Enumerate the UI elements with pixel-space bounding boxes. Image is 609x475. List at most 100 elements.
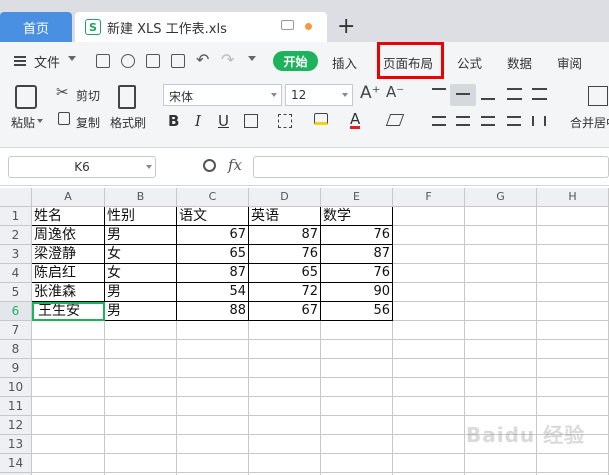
row-header[interactable]: 4 — [0, 264, 32, 283]
table-cell[interactable] — [105, 359, 177, 378]
column-header[interactable]: A — [32, 188, 105, 207]
merge-center-button[interactable]: 合并居中 — [570, 114, 609, 131]
table-cell[interactable] — [32, 454, 105, 473]
select-all-corner[interactable] — [0, 188, 32, 207]
table-cell[interactable] — [465, 359, 537, 378]
export-icon[interactable] — [121, 54, 135, 68]
table-cell[interactable] — [105, 435, 177, 454]
table-cell[interactable] — [465, 264, 537, 283]
table-cell[interactable]: 语文 — [177, 207, 249, 226]
table-cell[interactable] — [321, 416, 393, 435]
table-cell[interactable] — [32, 378, 105, 397]
table-cell[interactable]: 梁澄静 — [32, 245, 105, 264]
table-cell[interactable]: 87 — [249, 226, 321, 245]
table-cell[interactable] — [537, 207, 609, 226]
name-box[interactable]: K6 — [8, 156, 156, 178]
table-cell[interactable] — [321, 435, 393, 454]
hamburger-icon[interactable] — [14, 56, 26, 66]
new-tab-plus-icon[interactable]: + — [337, 14, 355, 39]
table-cell[interactable] — [105, 378, 177, 397]
table-cell[interactable] — [321, 340, 393, 359]
formula-input[interactable] — [253, 156, 609, 178]
fill-color-icon[interactable] — [314, 113, 328, 125]
table-cell[interactable] — [465, 207, 537, 226]
table-cell[interactable] — [393, 207, 465, 226]
table-cell[interactable] — [249, 435, 321, 454]
table-cell[interactable]: 76 — [321, 264, 393, 283]
align-middle-icon[interactable] — [456, 93, 470, 95]
table-cell[interactable] — [537, 302, 609, 321]
table-cell[interactable] — [465, 378, 537, 397]
function-icon[interactable]: fx — [228, 156, 242, 174]
table-cell[interactable] — [32, 321, 105, 340]
table-cell[interactable] — [105, 454, 177, 473]
column-header[interactable]: G — [465, 188, 537, 207]
underline-icon[interactable]: U — [218, 112, 229, 130]
row-header[interactable]: 2 — [0, 226, 32, 245]
italic-icon[interactable]: I — [195, 112, 201, 130]
table-cell[interactable] — [393, 283, 465, 302]
paste-button[interactable]: 粘贴 — [11, 114, 35, 131]
clear-format-icon[interactable] — [385, 114, 405, 126]
cell-style-icon[interactable] — [278, 114, 292, 128]
table-cell[interactable] — [393, 378, 465, 397]
table-cell[interactable] — [537, 283, 609, 302]
table-cell[interactable] — [465, 397, 537, 416]
zoom-icon[interactable] — [203, 159, 216, 172]
table-cell[interactable]: 周逸依 — [32, 226, 105, 245]
table-cell[interactable] — [321, 359, 393, 378]
distributed-icon[interactable] — [532, 116, 546, 126]
table-cell[interactable]: 76 — [321, 226, 393, 245]
table-cell[interactable]: 性别 — [105, 207, 177, 226]
redo-icon[interactable]: ↷ — [221, 50, 234, 69]
table-cell[interactable]: 英语 — [249, 207, 321, 226]
format-painter-button[interactable]: 格式刷 — [110, 114, 146, 131]
menu-start[interactable]: 开始 — [273, 51, 318, 71]
menu-formulas[interactable]: 公式 — [457, 53, 482, 72]
font-color-icon[interactable]: A — [350, 112, 361, 129]
table-cell[interactable]: 56 — [321, 302, 393, 321]
quick-access-more-icon[interactable] — [248, 56, 256, 61]
table-cell[interactable] — [177, 321, 249, 340]
table-cell[interactable] — [537, 264, 609, 283]
row-header[interactable]: 9 — [0, 359, 32, 378]
paste-dropdown-icon[interactable] — [37, 119, 43, 123]
table-cell[interactable] — [105, 416, 177, 435]
column-header[interactable]: B — [105, 188, 177, 207]
font-size-select[interactable]: 12 — [285, 84, 353, 106]
borders-icon[interactable] — [244, 114, 258, 128]
align-top-icon[interactable] — [432, 88, 446, 100]
table-cell[interactable] — [32, 397, 105, 416]
table-cell[interactable]: 72 — [249, 283, 321, 302]
menu-file[interactable]: 文件 — [34, 52, 60, 71]
table-cell[interactable] — [105, 397, 177, 416]
table-cell[interactable] — [465, 283, 537, 302]
table-cell[interactable] — [465, 302, 537, 321]
row-header[interactable]: 1 — [0, 207, 32, 226]
table-cell[interactable] — [537, 245, 609, 264]
align-right-icon[interactable] — [481, 116, 495, 126]
table-cell[interactable]: 54 — [177, 283, 249, 302]
increase-font-icon[interactable]: A⁺ — [360, 83, 381, 103]
table-cell[interactable]: 88 — [177, 302, 249, 321]
table-cell[interactable] — [393, 302, 465, 321]
table-cell[interactable] — [537, 340, 609, 359]
format-painter-icon[interactable] — [118, 85, 136, 109]
table-cell[interactable] — [32, 435, 105, 454]
align-bottom-icon[interactable] — [481, 98, 495, 100]
monitor-icon[interactable] — [281, 20, 294, 30]
row-header[interactable]: 12 — [0, 416, 32, 435]
table-cell[interactable] — [465, 454, 537, 473]
table-cell[interactable]: 67 — [177, 226, 249, 245]
table-cell[interactable] — [177, 397, 249, 416]
column-header[interactable]: F — [393, 188, 465, 207]
table-cell[interactable] — [249, 359, 321, 378]
table-cell[interactable]: 男 — [105, 302, 177, 321]
table-cell[interactable] — [249, 397, 321, 416]
table-cell[interactable] — [32, 340, 105, 359]
row-header[interactable]: 7 — [0, 321, 32, 340]
chevron-down-icon[interactable] — [146, 165, 152, 169]
row-header[interactable]: 8 — [0, 340, 32, 359]
table-cell[interactable]: 76 — [249, 245, 321, 264]
table-cell[interactable] — [393, 416, 465, 435]
